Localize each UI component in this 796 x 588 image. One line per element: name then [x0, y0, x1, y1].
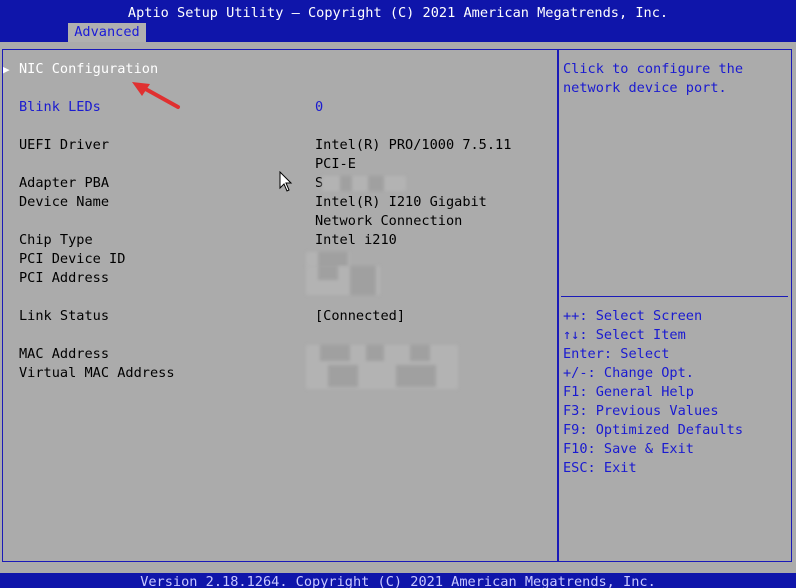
uefi-driver-value: Intel(R) PRO/1000 7.5.11 — [315, 137, 512, 153]
tab-advanced[interactable]: Advanced — [68, 23, 146, 42]
nic-configuration-item[interactable]: NIC Configuration — [19, 60, 158, 79]
help-text-line1: Click to configure the — [563, 61, 744, 77]
annotation-arrow-icon — [132, 82, 180, 109]
redacted-mac-addresses — [306, 345, 458, 389]
title-bar: Aptio Setup Utility – Copyright (C) 2021… — [0, 0, 796, 42]
help-separator — [561, 296, 788, 297]
key-hint: Enter: Select — [563, 346, 670, 362]
redacted-pba — [322, 176, 406, 191]
panel-divider — [557, 49, 559, 562]
right-triangle-icon: ▶ — [3, 63, 10, 76]
adapter-pba-label: Adapter PBA — [19, 175, 110, 191]
key-hint: F1: General Help — [563, 384, 694, 400]
redacted-pci-address — [306, 266, 380, 295]
chip-type-value: Intel i210 — [315, 232, 397, 248]
footer-bar: Version 2.18.1264. Copyright (C) 2021 Am… — [0, 573, 796, 588]
redacted-pci-device-id — [306, 252, 350, 267]
device-name-label: Device Name — [19, 194, 110, 210]
key-hint: F9: Optimized Defaults — [563, 422, 744, 438]
content-frame — [2, 49, 792, 562]
mac-address-label: MAC Address — [19, 346, 110, 362]
pci-device-id-label: PCI Device ID — [19, 251, 126, 267]
help-text-line2: network device port. — [563, 80, 727, 96]
title-text: Aptio Setup Utility – Copyright (C) 2021… — [127, 5, 669, 21]
uefi-driver-label: UEFI Driver — [19, 137, 110, 153]
mouse-cursor-icon — [279, 171, 293, 192]
key-hint: F10: Save & Exit — [563, 441, 694, 457]
blink-leds-value[interactable]: 0 — [315, 98, 323, 117]
key-hint: ESC: Exit — [563, 460, 637, 476]
uefi-driver-value-2: PCI-E — [315, 156, 356, 172]
link-status-value: [Connected] — [315, 308, 406, 324]
key-hint: ++: Select Screen — [563, 308, 703, 324]
key-hint: F3: Previous Values — [563, 403, 719, 419]
blink-leds-label[interactable]: Blink LEDs — [19, 98, 101, 117]
pci-address-label: PCI Address — [19, 270, 110, 286]
key-hint: +/-: Change Opt. — [563, 365, 694, 381]
device-name-value-2: Network Connection — [315, 213, 463, 229]
version-text: Version 2.18.1264. Copyright (C) 2021 Am… — [140, 574, 656, 588]
virtual-mac-address-label: Virtual MAC Address — [19, 365, 175, 381]
chip-type-label: Chip Type — [19, 232, 93, 248]
device-name-value: Intel(R) I210 Gigabit — [315, 194, 487, 210]
link-status-label: Link Status — [19, 308, 110, 324]
key-hint: ↑↓: Select Item — [563, 327, 686, 343]
